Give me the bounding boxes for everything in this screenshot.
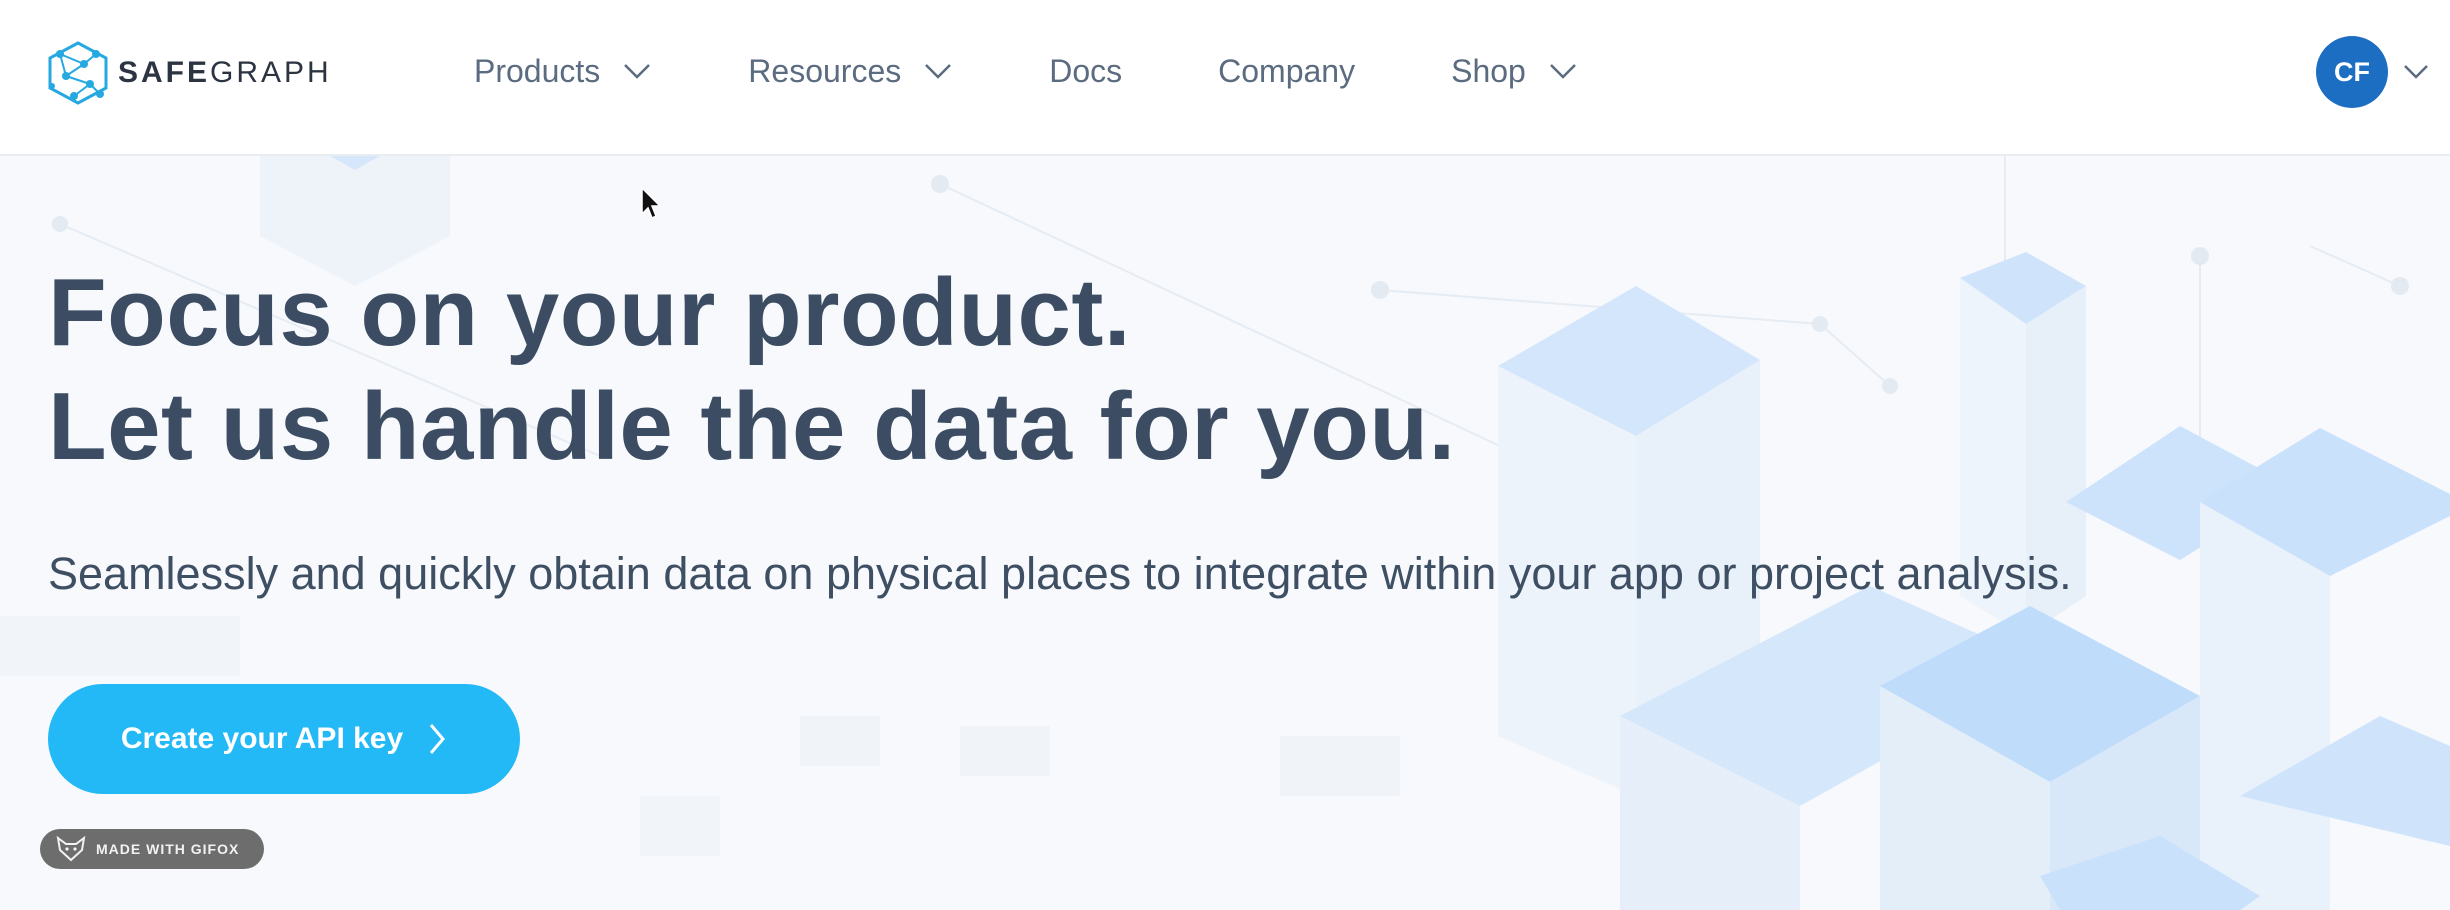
top-navbar: SAFEGRAPH Products Resources Docs Compan… [0, 0, 2450, 156]
hero-headline: Focus on your product. Let us handle the… [48, 256, 1456, 484]
create-api-key-button[interactable]: Create your API key [48, 684, 520, 794]
headline-line-1: Focus on your product. [48, 259, 1131, 366]
hero-subtitle: Seamlessly and quickly obtain data on ph… [48, 548, 2072, 599]
safegraph-logo-icon [48, 41, 108, 105]
cta-label: Create your API key [120, 722, 404, 755]
nav-item-shop[interactable]: Shop [1451, 53, 1578, 90]
nav-item-label: Products [474, 52, 601, 89]
avatar[interactable]: CF [2316, 36, 2388, 108]
brand-logo[interactable]: SAFEGRAPH [46, 40, 332, 106]
nav-item-resources[interactable]: Resources [748, 53, 953, 90]
user-menu[interactable]: CF [2316, 36, 2430, 108]
nav-item-docs[interactable]: Docs [1049, 53, 1122, 90]
nav-item-label: Docs [1049, 52, 1123, 89]
gifox-label: MADE WITH GIFOX [96, 841, 240, 857]
chevron-down-icon [925, 64, 952, 79]
chevron-right-icon [430, 724, 446, 754]
chevron-down-icon [2404, 65, 2428, 79]
chevron-down-icon [624, 64, 651, 79]
nav-item-company[interactable]: Company [1218, 53, 1355, 90]
hero-section: Focus on your product. Let us handle the… [0, 156, 2450, 910]
nav-item-label: Resources [748, 52, 902, 89]
mouse-cursor-icon [641, 186, 662, 220]
nav-item-label: Company [1218, 52, 1356, 89]
gifox-watermark: MADE WITH GIFOX [40, 829, 264, 869]
nav-item-label: Shop [1451, 52, 1526, 89]
fox-icon [56, 836, 86, 862]
headline-line-2: Let us handle the data for you. [48, 373, 1456, 480]
nav-item-products[interactable]: Products [474, 53, 652, 90]
main-nav: Products Resources Docs Company Shop [474, 0, 1674, 142]
brand-wordmark: SAFEGRAPH [118, 56, 332, 89]
chevron-down-icon [1549, 64, 1576, 79]
